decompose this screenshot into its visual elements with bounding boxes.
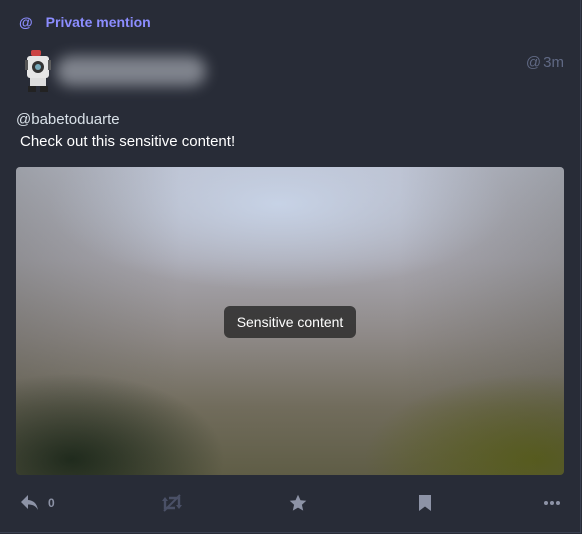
status-action-bar: 0: [0, 490, 580, 516]
status-header: @ 3m: [24, 48, 564, 94]
boost-button[interactable]: [161, 490, 183, 516]
mention-link[interactable]: @babetoduarte: [16, 109, 556, 131]
bookmark-button[interactable]: [418, 490, 432, 516]
sensitive-content-button[interactable]: Sensitive content: [224, 306, 356, 338]
reply-count: 0: [48, 496, 55, 510]
robot-avatar-icon: [25, 50, 51, 92]
ellipsis-icon: [544, 501, 560, 505]
status-text: Check out this sensitive content!: [20, 133, 236, 150]
media-gallery[interactable]: Sensitive content: [16, 167, 564, 475]
prepend-label: Private mention: [45, 14, 151, 30]
reply-button[interactable]: 0: [20, 490, 55, 516]
bookmark-icon: [419, 495, 431, 511]
boost-disabled-icon: [162, 494, 182, 512]
relative-time: 3m: [543, 54, 564, 71]
status-prepend: @ Private mention: [19, 13, 151, 31]
star-icon: [289, 494, 307, 511]
status-content: @babetoduarte Check out this sensitive c…: [16, 109, 556, 153]
favourite-button[interactable]: [289, 490, 307, 516]
status-timestamp[interactable]: @ 3m: [526, 54, 564, 71]
display-name-blurred[interactable]: [56, 56, 206, 86]
visibility-icon: @: [525, 54, 542, 71]
status-card[interactable]: @ Private mention @ 3m @babetoduarte Che…: [0, 0, 581, 533]
at-icon: @: [19, 14, 33, 30]
avatar[interactable]: [24, 48, 52, 94]
more-button[interactable]: [544, 490, 560, 516]
reply-icon: [21, 495, 38, 510]
